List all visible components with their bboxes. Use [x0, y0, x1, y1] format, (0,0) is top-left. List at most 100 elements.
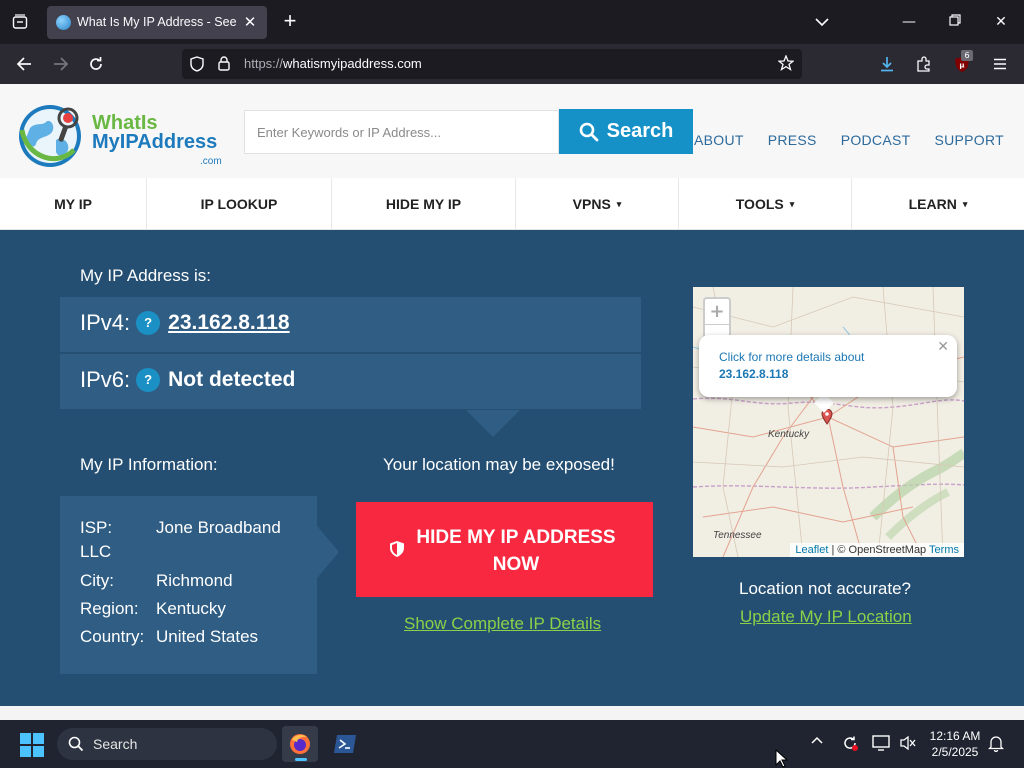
popup-ip: 23.162.8.118	[719, 367, 789, 381]
taskbar-search[interactable]: Search	[57, 728, 277, 760]
windows-start-icon[interactable]	[20, 733, 44, 757]
nav-vpns[interactable]: VPNS ▾	[516, 178, 679, 230]
hide-my-ip-button[interactable]: HIDE MY IP ADDRESS NOW	[356, 502, 653, 597]
reload-icon[interactable]	[84, 52, 108, 76]
show-ip-details-link[interactable]: Show Complete IP Details	[404, 614, 601, 634]
notification-bell-icon[interactable]	[987, 734, 1005, 756]
section-divider	[0, 706, 1024, 720]
link-about[interactable]: ABOUT	[694, 132, 744, 148]
ipv4-box: IPv4: ? 23.162.8.118	[60, 297, 641, 352]
web-page: WhatIs MyIPAddress .com Search ABOUT PRE…	[0, 84, 1024, 720]
browser-tab-active[interactable]: What Is My IP Address - See Yo ✕	[47, 6, 267, 39]
ip-info-heading: My IP Information:	[80, 455, 218, 474]
taskbar-search-label: Search	[93, 736, 138, 752]
info-key: Region:	[80, 599, 139, 618]
address-bar[interactable]: https://whatismyipaddress.com	[182, 49, 802, 79]
mouse-cursor-icon	[775, 749, 789, 768]
map-popup[interactable]: Click for more details about 23.162.8.11…	[699, 335, 957, 397]
link-podcast[interactable]: PODCAST	[841, 132, 911, 148]
map-label-tennessee: Tennessee	[713, 530, 762, 541]
chevron-down-icon[interactable]	[814, 12, 836, 32]
attribution-text: | © OpenStreetMap	[828, 544, 930, 556]
ipv6-label: IPv6:	[80, 367, 131, 392]
minimize-button[interactable]: —	[897, 10, 921, 34]
caret-down-icon: ▾	[789, 198, 795, 209]
main-navigation: MY IP IP LOOKUP HIDE MY IP VPNS ▾ TOOLS ▾ …	[0, 178, 1024, 230]
info-value: Richmond	[156, 571, 233, 590]
search-icon	[579, 122, 599, 141]
hide-label-line1: HIDE MY IP ADDRESS	[416, 527, 616, 548]
info-key: Country:	[80, 627, 145, 646]
url-host: whatismyipaddress.com	[283, 56, 422, 71]
nav-label: LEARN	[908, 196, 957, 212]
nav-ip-lookup[interactable]: IP LOOKUP	[147, 178, 332, 230]
ipv4-value[interactable]: 23.162.8.118	[168, 311, 289, 335]
tab-manager-icon[interactable]	[6, 9, 34, 35]
firefox-taskbar-icon[interactable]	[282, 726, 318, 762]
nav-label: TOOLS	[735, 196, 784, 212]
location-accuracy-text: Location not accurate?	[739, 579, 912, 598]
terms-link[interactable]: Terms	[929, 544, 959, 556]
globe-logo-icon	[19, 105, 81, 167]
taskbar-clock[interactable]: 12:16 AM 2/5/2025	[922, 728, 988, 760]
close-popup-icon[interactable]: ✕	[937, 339, 949, 355]
nav-my-ip[interactable]: MY IP	[0, 178, 147, 230]
map-attribution: Leaflet | © OpenStreetMap Terms	[790, 543, 964, 557]
search-button-label: Search	[606, 120, 674, 142]
lock-icon[interactable]	[218, 56, 230, 75]
nav-learn[interactable]: LEARN ▾	[852, 178, 1024, 230]
exposed-warning: Your location may be exposed!	[383, 455, 615, 474]
zoom-in-button[interactable]: +	[705, 299, 729, 325]
info-row-country: Country: United States	[80, 627, 258, 647]
downloads-icon[interactable]	[875, 52, 899, 76]
windows-taskbar: Search 12:16 AM 2/5/2025	[0, 720, 1024, 768]
search-input[interactable]	[244, 110, 559, 154]
search-button[interactable]: Search	[559, 109, 693, 154]
shield-tracking-icon[interactable]	[190, 56, 204, 76]
site-favicon-icon	[56, 15, 71, 30]
back-arrow-icon[interactable]	[12, 52, 36, 76]
url-protocol: https://	[244, 56, 284, 71]
chevron-up-icon[interactable]	[811, 732, 823, 748]
info-value: Kentucky	[156, 599, 226, 618]
caret-down-icon: ▾	[616, 198, 622, 209]
help-icon[interactable]: ?	[136, 368, 161, 392]
hide-button-label: HIDE MY IP ADDRESS NOW	[412, 524, 620, 578]
link-support[interactable]: SUPPORT	[934, 132, 1004, 148]
site-logo[interactable]: WhatIs MyIPAddress .com	[16, 100, 226, 170]
caret-down-icon: ▾	[962, 198, 968, 209]
new-tab-button[interactable]: +	[278, 10, 302, 34]
shield-icon	[390, 541, 404, 557]
close-tab-icon[interactable]: ✕	[241, 13, 259, 31]
terminal-icon	[334, 735, 356, 753]
bookmark-star-icon[interactable]	[777, 54, 795, 75]
speaker-muted-icon[interactable]	[899, 735, 917, 755]
active-indicator	[295, 758, 307, 761]
leaflet-link[interactable]: Leaflet	[795, 544, 828, 556]
info-row-city: City: Richmond	[80, 571, 233, 591]
url-text[interactable]: https://whatismyipaddress.com	[244, 56, 422, 71]
sync-alert-icon[interactable]	[841, 734, 859, 756]
logo-wordmark: WhatIs MyIPAddress .com	[92, 113, 222, 167]
site-header: WhatIs MyIPAddress .com Search ABOUT PRE…	[0, 84, 1024, 178]
ipv6-box: IPv6: ? Not detected	[60, 354, 641, 409]
info-pointer	[317, 526, 339, 578]
maximize-button[interactable]	[943, 10, 967, 34]
logo-line2: MyIPAddress	[92, 131, 218, 153]
nav-hide-my-ip[interactable]: HIDE MY IP	[332, 178, 516, 230]
close-window-button[interactable]: ✕	[989, 10, 1013, 34]
nav-tools[interactable]: TOOLS ▾	[679, 178, 852, 230]
link-press[interactable]: PRESS	[768, 132, 817, 148]
hamburger-menu-icon[interactable]	[988, 52, 1012, 76]
location-map[interactable]: Kentucky Tennessee + − Click for more de…	[693, 287, 964, 557]
extensions-puzzle-icon[interactable]	[912, 52, 936, 76]
firefox-icon	[290, 734, 310, 754]
help-icon[interactable]: ?	[136, 311, 161, 335]
my-ip-heading: My IP Address is:	[80, 266, 212, 285]
powershell-taskbar-icon[interactable]	[327, 726, 363, 762]
info-value: United States	[156, 627, 259, 646]
forward-arrow-icon[interactable]	[49, 52, 73, 76]
update-location-link[interactable]: Update My IP Location	[740, 607, 912, 627]
monitor-icon[interactable]	[872, 735, 890, 755]
info-value: LLC	[80, 542, 112, 561]
